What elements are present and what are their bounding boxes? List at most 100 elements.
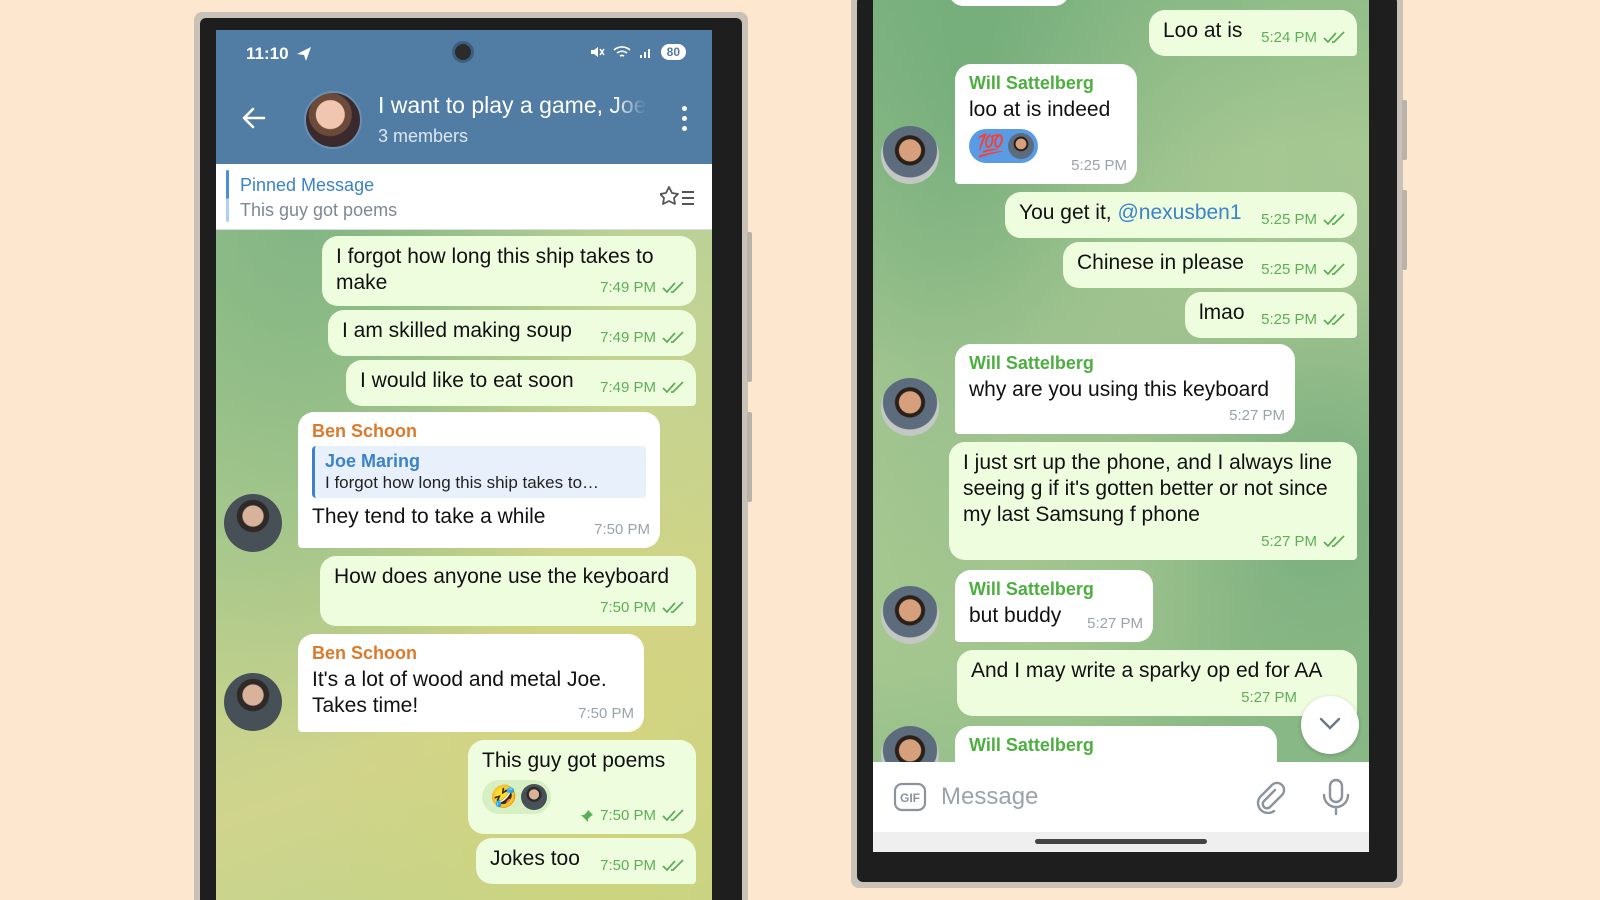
avatar-ben-schoon[interactable] [224, 494, 282, 552]
sender-name[interactable]: Ben Schoon [312, 642, 630, 664]
message-meta: 5:27 PM [1261, 529, 1347, 555]
message-input[interactable] [941, 776, 1241, 818]
message-text: why are you using this keyboard [969, 378, 1269, 401]
message-time: 7:50 PM [600, 857, 656, 874]
microphone-icon[interactable] [1319, 778, 1353, 816]
message-bubble[interactable]: Loo at is 5:24 PM [1149, 10, 1357, 56]
message-bubble[interactable]: How does anyone use the keyboard 7:50 PM [320, 556, 696, 626]
sender-name[interactable]: Will Sattelberg [969, 578, 1139, 600]
signal-icon [639, 49, 650, 58]
message-meta: 5:25 PM [1071, 153, 1127, 179]
user-mention-link[interactable]: @nexusben1 [1117, 201, 1241, 224]
message-time: 5:25 PM [1261, 211, 1317, 228]
back-arrow-icon[interactable] [240, 104, 268, 132]
message-bubble[interactable]: Jokes too 7:50 PM [476, 838, 696, 884]
pinned-list-icon[interactable] [660, 184, 696, 210]
message-bubble[interactable]: Will Sattelberg loo at is indeed 💯 5:25 … [955, 64, 1137, 184]
message-time: 5:25 PM [1071, 157, 1127, 174]
reaction-emoji: 💯 [977, 133, 1005, 158]
message-bubble[interactable]: And I may write a sparky op ed for AA 5:… [957, 650, 1357, 716]
message-bubble[interactable]: I forgot how long this ship takes to mak… [322, 236, 696, 306]
message-time: 5:24 PM [1261, 29, 1317, 46]
message-bubble[interactable]: lmao 5:25 PM [1185, 292, 1357, 338]
message-time: 5:25 PM [1261, 261, 1317, 278]
pinned-title: Pinned Message [240, 175, 375, 195]
pin-icon [581, 810, 594, 822]
message-meta: 5:27 PM [1241, 685, 1297, 711]
reactor-avatar [521, 784, 548, 810]
more-options-icon[interactable] [680, 106, 688, 134]
read-checks-icon [662, 331, 684, 344]
message-text: And I may write a sparky op ed for AA [971, 659, 1323, 682]
pinned-indicator [226, 170, 229, 222]
message-time: 7:49 PM [600, 279, 656, 296]
home-gesture-bar[interactable] [1035, 839, 1207, 844]
sender-name[interactable]: Will Sattelberg [969, 352, 1281, 374]
avatar-will-sattelberg[interactable] [881, 126, 939, 184]
reply-text: I forgot how long this ship takes to… [325, 473, 600, 492]
message-bubble[interactable]: You get it, @nexusben1 5:25 PM [1005, 192, 1357, 238]
message-bubble[interactable]: Ben Schoon Joe Maring I forgot how long … [298, 412, 660, 548]
message-time: 5:27 PM [1229, 407, 1285, 424]
chevron-down-icon [1319, 717, 1341, 730]
message-bubble[interactable]: I just srt up the phone, and I always li… [949, 442, 1357, 560]
message-bubble[interactable]: I would like to eat soon 7:49 PM [346, 360, 696, 406]
message-meta: 7:50 PM [578, 701, 634, 727]
avatar-will-sattelberg[interactable] [881, 378, 939, 436]
power-button [1402, 100, 1407, 160]
message-bubble[interactable]: Ben Schoon It's a lot of wood and metal … [298, 634, 644, 732]
message-time: 7:49 PM [600, 329, 656, 346]
message-meta: 7:49 PM [600, 375, 686, 401]
sender-name[interactable]: Ben Schoon [312, 420, 646, 442]
message-meta: 5:27 PM [1087, 611, 1143, 637]
message-bubble[interactable]: Chinese in please 5:25 PM [1063, 242, 1357, 288]
svg-text:GIF: GIF [900, 791, 920, 805]
sender-name[interactable]: Will Sattelberg [969, 734, 1263, 756]
telegram-send-icon [297, 47, 311, 61]
volume-button [747, 232, 752, 382]
chat-title[interactable]: I want to play a game, Joe [378, 92, 646, 119]
chat-header: I want to play a game, Joe 3 members [216, 78, 712, 164]
read-checks-icon [662, 601, 684, 614]
system-nav-bar [873, 832, 1369, 852]
scroll-to-bottom-button[interactable] [1301, 696, 1359, 754]
reaction-chip[interactable]: 🤣 [482, 780, 552, 814]
read-checks-icon [662, 859, 684, 872]
group-avatar[interactable] [304, 91, 362, 149]
read-checks-icon [1323, 31, 1345, 44]
message-meta: 7:50 PM [594, 517, 650, 543]
message-meta: 7:49 PM [600, 275, 686, 301]
avatar-ben-schoon[interactable] [224, 673, 282, 731]
status-icons: 80 [589, 44, 686, 60]
status-time: 11:10 [246, 44, 289, 63]
message-time: 7:50 PM [600, 807, 656, 824]
message-meta: 7:49 PM [600, 325, 686, 351]
message-time: 7:49 PM [600, 379, 656, 396]
message-meta: 7:50 PM [580, 803, 686, 829]
read-checks-icon [1323, 263, 1345, 276]
message-time: 5:25 PM [1261, 311, 1317, 328]
left-phone: 11:10 80 I want to play a game, Joe 3 me… [194, 12, 752, 900]
message-bubble[interactable]: Will Sattelberg why are you using this k… [955, 344, 1295, 434]
message-text-part: You get it, [1019, 201, 1118, 224]
message-bubble[interactable]: I am skilled making soup 7:49 PM [328, 310, 696, 356]
message-time: 7:50 PM [600, 599, 656, 616]
message-meta: 5:25 PM [1261, 307, 1347, 333]
reactor-avatar [1008, 133, 1035, 159]
read-checks-icon [662, 809, 684, 822]
sender-name[interactable]: Will Sattelberg [969, 72, 1123, 94]
message-bubble[interactable]: Will Sattelberg but buddy 5:27 PM [955, 570, 1153, 642]
paperclip-icon[interactable] [1253, 780, 1287, 814]
pinned-message-bar[interactable]: Pinned Message This guy got poems [216, 164, 712, 230]
message-bubble[interactable]: This guy got poems 🤣 7:50 PM [468, 740, 696, 834]
message-meta: 7:50 PM [600, 853, 686, 879]
volume-button [1402, 190, 1407, 270]
wifi-icon [613, 46, 631, 57]
read-checks-icon [662, 281, 684, 294]
pinned-text: This guy got poems [240, 200, 398, 220]
gif-icon[interactable]: GIF [893, 780, 927, 814]
right-phone: Loo at is 5:24 PM Will Sattelberg loo at… [851, 0, 1407, 888]
reply-quote[interactable]: Joe Maring I forgot how long this ship t… [312, 446, 646, 498]
avatar-will-sattelberg[interactable] [881, 586, 939, 644]
reaction-chip[interactable]: 💯 [969, 129, 1039, 163]
